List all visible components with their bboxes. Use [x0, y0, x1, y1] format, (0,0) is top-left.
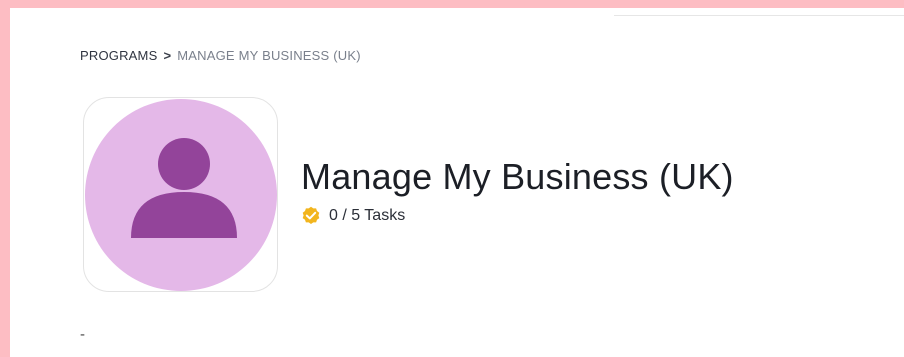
header-divider: [614, 15, 904, 16]
breadcrumb: PROGRAMS > MANAGE MY BUSINESS (UK): [80, 48, 361, 63]
top-accent-strip: [0, 0, 614, 8]
page-title: Manage My Business (UK): [301, 156, 734, 197]
breadcrumb-separator: >: [163, 48, 172, 63]
tasks-count-label: 0 / 5 Tasks: [329, 207, 406, 224]
program-description: -: [80, 326, 85, 343]
breadcrumb-current: MANAGE MY BUSINESS (UK): [177, 48, 361, 63]
check-badge-icon: [301, 206, 321, 226]
user-avatar-icon: [85, 99, 277, 291]
breadcrumb-programs-link[interactable]: PROGRAMS: [80, 48, 157, 63]
task-progress: 0 / 5 Tasks: [301, 206, 405, 226]
program-logo: [83, 97, 278, 292]
